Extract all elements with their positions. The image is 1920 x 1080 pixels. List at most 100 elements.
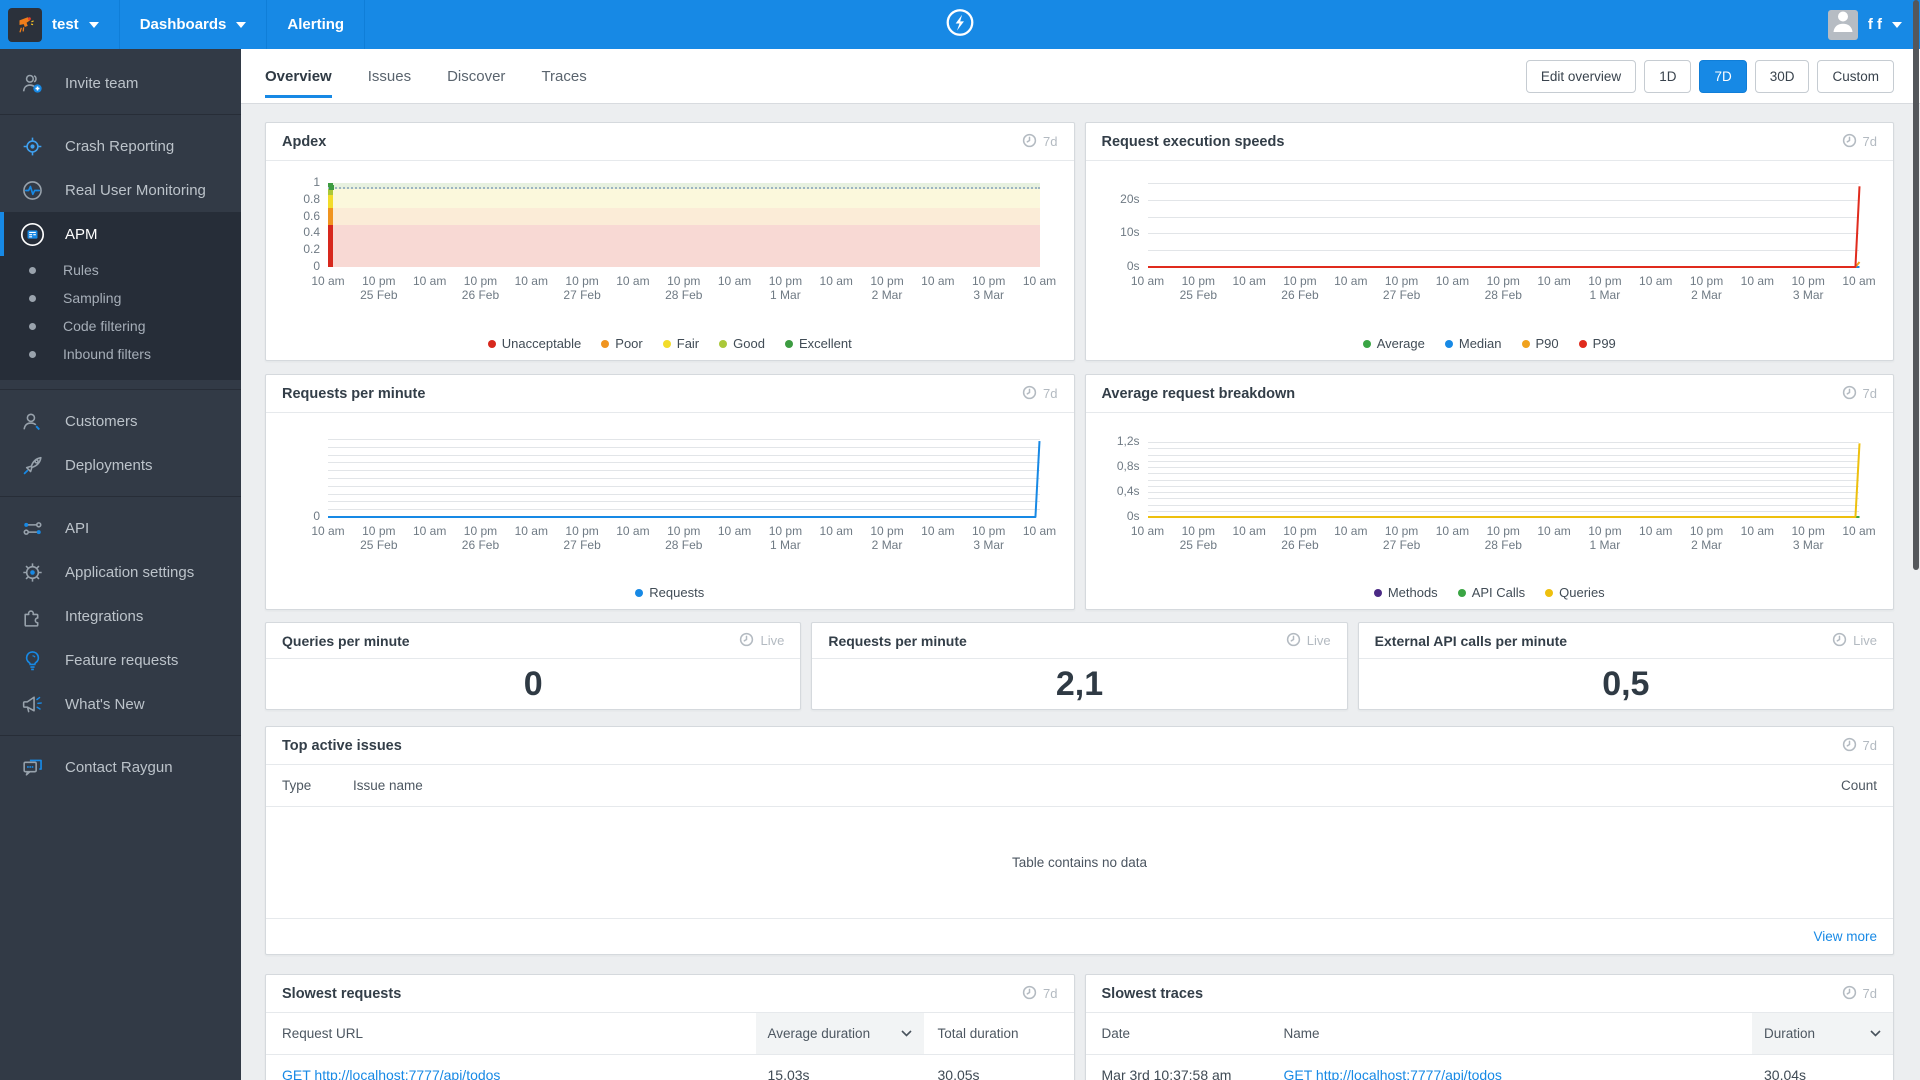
caret-down-icon bbox=[88, 21, 99, 28]
legend-item-p99[interactable]: P99 bbox=[1578, 336, 1616, 351]
live-badge: Live bbox=[1853, 633, 1877, 648]
x-axis-tick: 10 am bbox=[1022, 274, 1057, 288]
x-axis-tick: 10 pm 28 Feb bbox=[1484, 274, 1522, 302]
sidebar-item-what-s-new[interactable]: What's New bbox=[0, 682, 241, 726]
sidebar-item-crash-reporting[interactable]: Crash Reporting bbox=[0, 124, 241, 168]
legend-label: Median bbox=[1458, 336, 1502, 351]
sidebar-item-label: Customers bbox=[65, 412, 138, 430]
chevron-down-icon bbox=[1870, 1030, 1881, 1037]
tab-issues[interactable]: Issues bbox=[368, 49, 411, 103]
main-content: Overview Issues Discover Traces Edit ove… bbox=[241, 49, 1920, 1080]
range-30d-button[interactable]: 30D bbox=[1754, 59, 1810, 93]
scrollbar[interactable] bbox=[1912, 0, 1920, 1080]
y-axis-label: 0s bbox=[1126, 259, 1140, 273]
chart-legend: Unacceptable Poor Fair Good Excellent bbox=[266, 336, 1074, 351]
range-custom-button[interactable]: Custom bbox=[1817, 59, 1894, 93]
stat-value: 0,5 bbox=[1602, 664, 1650, 703]
range-1d-button[interactable]: 1D bbox=[1644, 59, 1692, 93]
legend-item-excellent[interactable]: Excellent bbox=[784, 336, 852, 351]
x-axis-tick: 10 am bbox=[819, 524, 853, 538]
sort-label: Average duration bbox=[767, 1026, 871, 1041]
legend-item-fair[interactable]: Fair bbox=[662, 336, 699, 351]
x-axis-tick: 10 pm 2 Mar bbox=[870, 274, 904, 302]
range-7d-button[interactable]: 7D bbox=[1699, 59, 1747, 93]
x-axis-tick: 10 pm 25 Feb bbox=[1179, 524, 1217, 552]
stat-title: External API calls per minute bbox=[1374, 632, 1568, 649]
legend-label: Requests bbox=[649, 585, 705, 600]
raygun-logo-icon[interactable] bbox=[943, 5, 977, 44]
settings-icon bbox=[19, 559, 46, 586]
sidebar-item-real-user-monitoring[interactable]: Real User Monitoring bbox=[0, 168, 241, 212]
card-header: External API calls per minute Live bbox=[1358, 623, 1893, 659]
legend-item-methods[interactable]: Methods bbox=[1373, 585, 1438, 600]
request-execution-speeds-card: Request execution speeds 7d 0s 10s 20s 10 a… bbox=[1084, 122, 1894, 361]
series-requests bbox=[328, 441, 1040, 517]
period-label: 7d bbox=[1862, 134, 1877, 149]
x-axis-tick: 10 am bbox=[311, 524, 345, 538]
sidebar-item-invite-team[interactable]: Invite team bbox=[0, 61, 241, 105]
request-execution-speeds-series bbox=[1148, 183, 1860, 267]
sidebar-item-integrations[interactable]: Integrations bbox=[0, 594, 241, 638]
sidebar-item-apm[interactable]: APM bbox=[0, 212, 241, 256]
column-name: Name bbox=[1283, 1026, 1320, 1041]
sidebar-item-application-settings[interactable]: Application settings bbox=[0, 550, 241, 594]
y-axis-label: 0.6 bbox=[303, 208, 320, 223]
sidebar-item-api[interactable]: API bbox=[0, 506, 241, 550]
legend-item-requests[interactable]: Requests bbox=[635, 585, 704, 600]
sidebar-item-contact-raygun[interactable]: Contact Raygun bbox=[0, 745, 241, 789]
view-more-link[interactable]: View more bbox=[1813, 929, 1877, 944]
x-axis-tick: 10 pm 26 Feb bbox=[461, 274, 500, 302]
legend-item-good[interactable]: Good bbox=[719, 336, 765, 351]
duration-value: 30,04s bbox=[1764, 1067, 1807, 1080]
tab-traces[interactable]: Traces bbox=[541, 49, 586, 103]
sort-duration[interactable]: Duration bbox=[1752, 1013, 1893, 1054]
sidebar-subitem-code-filtering[interactable]: Code filtering bbox=[0, 312, 241, 340]
clock-icon bbox=[1842, 133, 1857, 151]
legend-item-median[interactable]: Median bbox=[1444, 336, 1502, 351]
sidebar-subitem-rules[interactable]: Rules bbox=[0, 256, 241, 284]
legend-label: Average bbox=[1376, 336, 1425, 351]
x-axis-tick: 10 am bbox=[1740, 524, 1775, 538]
tab-discover[interactable]: Discover bbox=[447, 49, 505, 103]
user-menu[interactable]: f f bbox=[1827, 0, 1920, 49]
issues-empty-state: Table contains no data bbox=[1011, 855, 1148, 870]
legend-dot bbox=[601, 339, 610, 348]
legend-item-queries[interactable]: Queries bbox=[1545, 585, 1605, 600]
trace-date: Mar 3rd 10:37:58 am bbox=[1101, 1067, 1232, 1080]
legend-dot bbox=[662, 339, 671, 348]
sort-average-duration[interactable]: Average duration bbox=[755, 1013, 924, 1054]
legend-item-poor[interactable]: Poor bbox=[601, 336, 643, 351]
trace-name-link[interactable]: GET http://localhost:7777/api/todos bbox=[1284, 1067, 1753, 1080]
legend-label: P99 bbox=[1592, 336, 1616, 351]
request-url-link[interactable]: GET http://localhost:7777/api/todos bbox=[282, 1067, 756, 1080]
legend-label: API Calls bbox=[1471, 585, 1526, 600]
sidebar-subitem-sampling[interactable]: Sampling bbox=[0, 284, 241, 312]
table-row: GET http://localhost:7777/api/todos 15,0… bbox=[266, 1055, 1074, 1080]
nav-alerting[interactable]: Alerting bbox=[267, 0, 366, 49]
y-axis-label: 0,8s bbox=[1116, 459, 1140, 474]
legend-item-p90[interactable]: P90 bbox=[1521, 336, 1559, 351]
apdex-plot bbox=[328, 183, 1040, 267]
project-menu[interactable]: test bbox=[0, 0, 120, 49]
x-axis-tick: 10 am bbox=[1232, 524, 1266, 538]
scrollbar-thumb[interactable] bbox=[1913, 0, 1919, 570]
legend-item-unacceptable[interactable]: Unacceptable bbox=[487, 336, 582, 351]
edit-overview-button[interactable]: Edit overview bbox=[1525, 59, 1637, 93]
legend-item-api-calls[interactable]: API Calls bbox=[1457, 585, 1526, 600]
sidebar-subitem-label: Code filtering bbox=[63, 318, 146, 334]
legend-label: Queries bbox=[1559, 585, 1605, 600]
nav-dashboards[interactable]: Dashboards bbox=[120, 0, 268, 49]
x-axis-tick: 10 pm 27 Feb bbox=[563, 274, 601, 302]
sidebar-subitem-inbound-filters[interactable]: Inbound filters bbox=[0, 340, 241, 368]
band-unacceptable bbox=[328, 225, 1040, 267]
x-axis-tick: 10 am bbox=[819, 274, 853, 288]
sidebar-item-feature-requests[interactable]: Feature requests bbox=[0, 638, 241, 682]
tab-overview[interactable]: Overview bbox=[265, 49, 332, 103]
legend-label: Unacceptable bbox=[501, 336, 582, 351]
sidebar-item-customers[interactable]: Customers bbox=[0, 399, 241, 443]
legend-item-average[interactable]: Average bbox=[1362, 336, 1425, 351]
sidebar-item-deployments[interactable]: Deployments bbox=[0, 443, 241, 487]
bullet-icon bbox=[29, 266, 36, 274]
clock-icon bbox=[739, 632, 754, 650]
sidebar: Invite team Crash Reporting Real User Moni… bbox=[0, 49, 241, 1080]
